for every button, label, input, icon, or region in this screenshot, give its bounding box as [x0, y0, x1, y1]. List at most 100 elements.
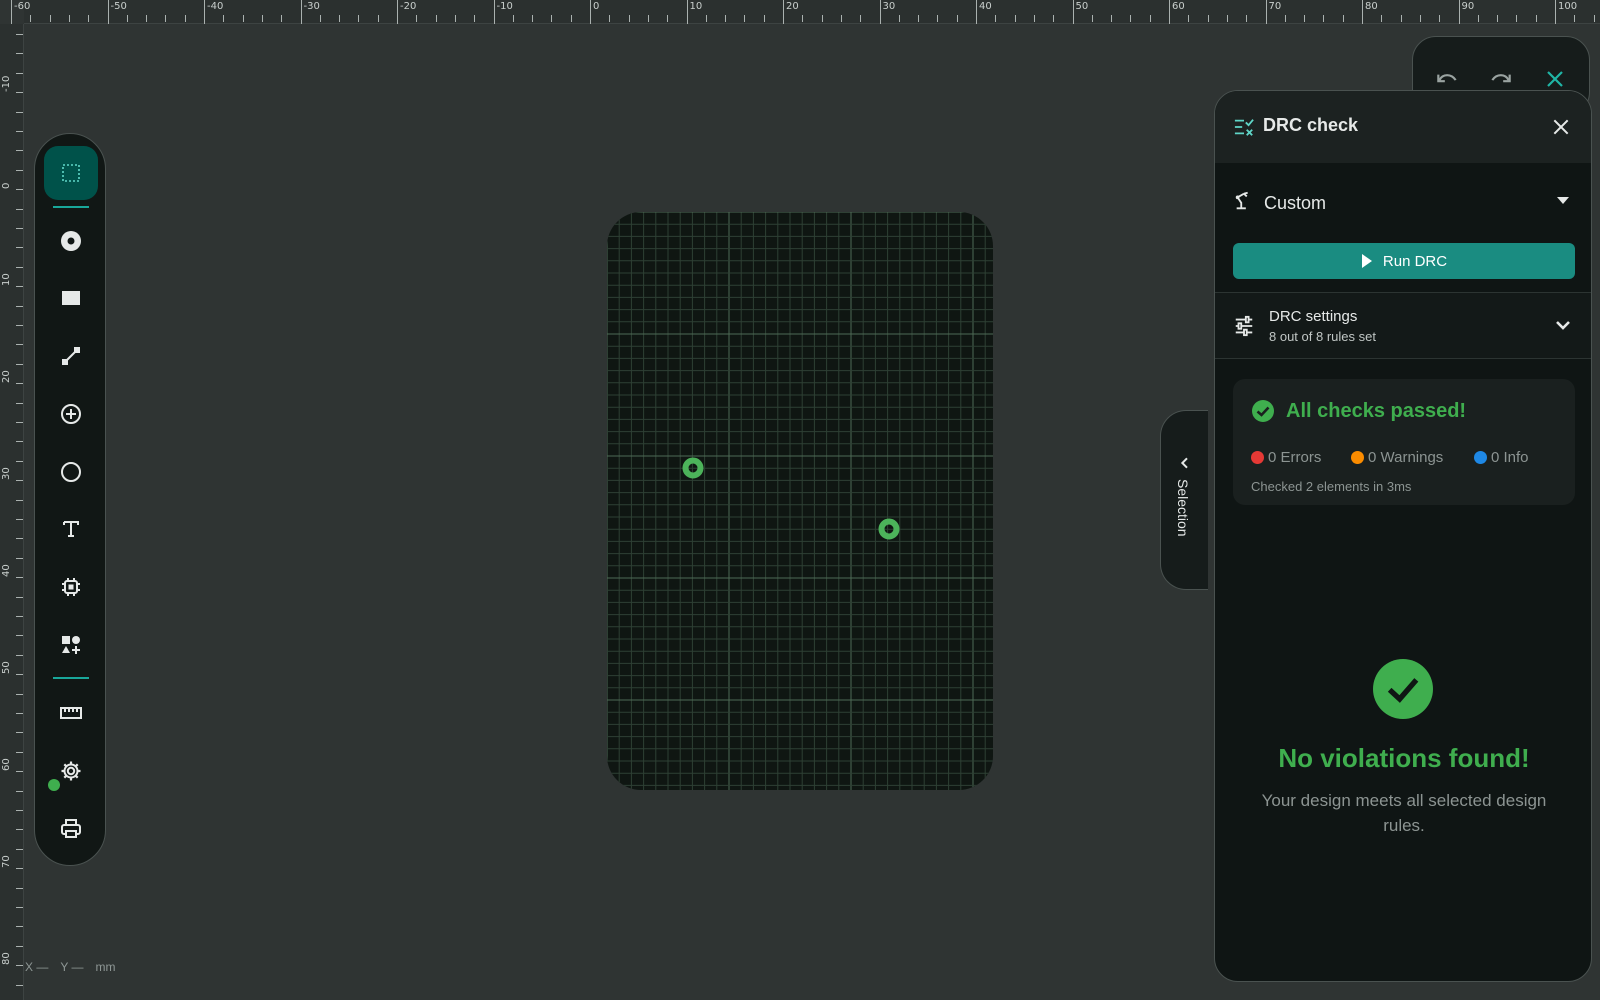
left-ruler-label: 70 — [1, 855, 12, 868]
via-tool-button[interactable] — [44, 387, 98, 441]
top-ruler-tick — [474, 15, 476, 22]
circle-tool-button[interactable] — [44, 445, 98, 499]
close-panel-button[interactable] — [1551, 117, 1571, 137]
top-ruler-label: 70 — [1268, 1, 1282, 12]
measure-tool-button[interactable] — [44, 686, 98, 740]
profile-value: Custom — [1264, 193, 1327, 213]
top-ruler-tick — [1400, 15, 1402, 22]
top-ruler-label: 10 — [689, 1, 703, 12]
top-ruler-tick — [281, 15, 283, 22]
top-ruler-tick — [1188, 15, 1190, 22]
error-count-label: 0 Errors — [1268, 449, 1322, 466]
caret-down-icon — [1557, 197, 1569, 204]
drc-settings-title: DRC settings — [1269, 308, 1358, 325]
drc-summary-card: All checks passed! 0 Errors 0 Warnings 0… — [1233, 379, 1575, 505]
trace-tool-button[interactable] — [44, 329, 98, 383]
shapes-tool-button[interactable] — [44, 618, 98, 672]
left-ruler-tick — [16, 208, 23, 210]
left-ruler-tick — [16, 383, 23, 385]
select-tool-button[interactable] — [44, 146, 98, 200]
left-ruler-label: 10 — [1, 273, 12, 286]
play-icon — [1361, 254, 1372, 268]
left-ruler-tick — [16, 771, 23, 773]
top-ruler-label: 50 — [1075, 1, 1089, 12]
panel-header: DRC check — [1215, 91, 1591, 163]
left-ruler-tick — [16, 286, 23, 288]
drc-settings-accordion[interactable]: DRC settings 8 out of 8 rules set — [1215, 292, 1591, 359]
left-ruler-tick — [16, 34, 23, 35]
left-ruler-tick — [16, 751, 23, 753]
status-dot — [48, 779, 60, 791]
top-ruler-tick — [1497, 15, 1499, 22]
left-ruler-tick — [16, 790, 23, 792]
top-ruler-label: -50 — [110, 1, 127, 12]
top-ruler-tick — [1265, 0, 1267, 24]
top-ruler-tick — [416, 15, 418, 22]
dashed-rect-icon — [62, 164, 80, 182]
selection-tab[interactable]: Selection — [1160, 410, 1208, 590]
left-ruler-label: 80 — [1, 952, 12, 965]
shapes-icon — [62, 636, 80, 654]
top-ruler-tick — [1516, 15, 1518, 22]
left-ruler-tick — [16, 305, 23, 307]
pad-tool-button[interactable] — [44, 214, 98, 268]
component-tool-button[interactable] — [44, 560, 98, 614]
top-ruler-tick — [686, 0, 688, 24]
rectangle-tool-button[interactable] — [44, 271, 98, 325]
gear-icon — [61, 761, 81, 781]
undo-icon — [1437, 74, 1457, 83]
left-ruler-tick — [16, 732, 23, 734]
top-ruler-tick — [1458, 0, 1460, 24]
top-ruler-label: -20 — [400, 1, 417, 12]
left-ruler-tick — [16, 247, 23, 249]
top-ruler-tick — [532, 15, 534, 22]
run-drc-button[interactable]: Run DRC — [1233, 243, 1575, 279]
ruler-icon — [60, 707, 82, 719]
top-ruler-label: 60 — [1172, 1, 1185, 12]
left-ruler-tick — [16, 616, 23, 617]
pad-1[interactable] — [682, 457, 704, 479]
tool-palette — [34, 133, 106, 866]
print-tool-button[interactable] — [44, 802, 98, 856]
summary-note: Checked 2 elements in 3ms — [1251, 479, 1412, 494]
top-ruler-tick — [1130, 15, 1132, 22]
pcb-board[interactable] — [607, 212, 993, 790]
top-ruler-tick — [204, 0, 205, 24]
left-ruler-tick — [16, 713, 23, 714]
top-ruler-label: 30 — [882, 1, 896, 12]
left-ruler: -10 0 10 20 30 40 50 60 70 80 — [0, 24, 24, 1000]
toolbar-divider — [53, 677, 89, 679]
text-tool-button[interactable] — [44, 502, 98, 556]
left-ruler-tick — [16, 402, 23, 404]
left-ruler-label: 60 — [1, 758, 12, 771]
top-ruler-tick — [1033, 15, 1035, 22]
top-ruler-tick — [1555, 0, 1556, 24]
top-ruler-tick — [319, 15, 321, 22]
top-ruler-tick — [165, 15, 167, 22]
trace-icon — [62, 347, 80, 365]
top-ruler-tick — [1226, 15, 1228, 22]
top-ruler-label: 100 — [1558, 1, 1578, 12]
pad-2[interactable] — [878, 518, 900, 540]
left-ruler-tick — [16, 965, 23, 967]
top-ruler-tick — [937, 15, 939, 22]
top-ruler-tick — [1535, 15, 1537, 22]
top-ruler-tick — [1169, 0, 1170, 24]
printer-icon — [61, 819, 81, 838]
left-ruler-label: 40 — [1, 564, 12, 577]
no-violations-subtitle: Your design meets all selected design ru… — [1261, 791, 1547, 835]
top-ruler-label: 90 — [1461, 1, 1475, 12]
top-ruler-tick — [570, 15, 572, 22]
left-ruler-tick — [16, 635, 23, 637]
summary-title: All checks passed! — [1286, 400, 1467, 422]
top-ruler-tick — [763, 15, 765, 22]
top-ruler-tick — [860, 15, 862, 22]
chevron-left-icon — [1180, 457, 1188, 469]
chevron-down-icon — [1556, 321, 1570, 330]
panel-title: DRC check — [1263, 115, 1359, 135]
top-ruler-tick — [358, 15, 360, 22]
top-ruler-tick — [107, 0, 109, 24]
chip-icon — [62, 578, 80, 596]
top-ruler-tick — [377, 15, 379, 22]
top-ruler-tick — [976, 0, 977, 24]
